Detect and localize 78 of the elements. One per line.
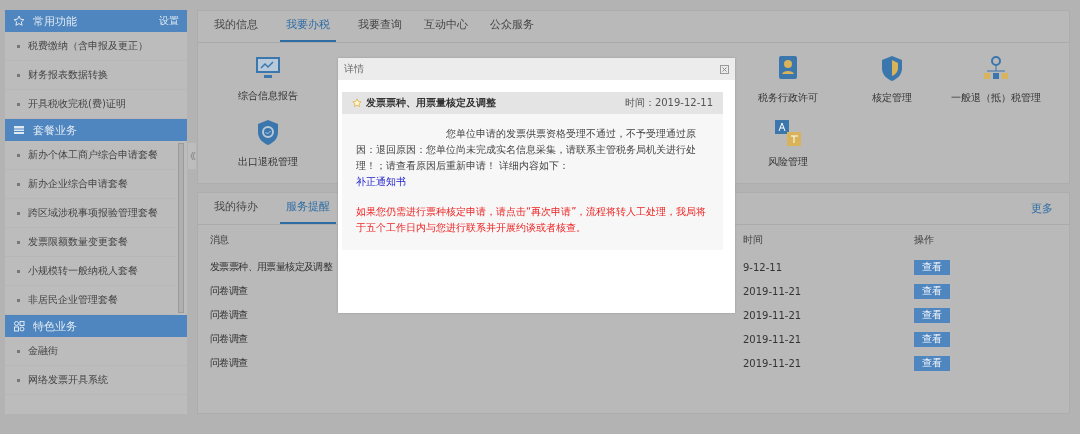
message-cell: 发票票种、用票量核定及调整 [210, 261, 333, 272]
notice-time: 时间：2019-12-11 [624, 96, 713, 110]
bullet-icon [17, 298, 20, 302]
bullet-icon [17, 269, 20, 273]
section-header[interactable]: 套餐业务 [5, 119, 187, 141]
message-cell: 问卷调查 [210, 333, 248, 344]
view-button[interactable]: 查看 [914, 307, 950, 323]
main-tab[interactable]: 我的信息 [214, 17, 258, 42]
message-cell: 问卷调查 [210, 285, 248, 296]
star-icon [352, 98, 362, 108]
sidebar-item[interactable]: 新办个体工商户综合申请套餐 [28, 148, 158, 162]
notice-title: 发票票种、用票量核定及调整 [366, 96, 497, 110]
bullet-icon [17, 153, 20, 157]
shield-icon [880, 55, 904, 83]
date-cell: 9-12-11 [743, 261, 783, 273]
service-label[interactable]: 核定管理 [872, 91, 912, 105]
service-label[interactable]: 出口退税管理 [238, 155, 298, 169]
service-label[interactable]: 一般退（抵）税管理 [951, 91, 1041, 105]
section-header[interactable]: 常用功能 设置 [5, 10, 187, 32]
section-header[interactable]: 特色业务 [5, 315, 187, 337]
grid-icon [13, 320, 25, 332]
sidebar-item[interactable]: 小规模转一般纳税人套餐 [28, 264, 138, 278]
bullet-icon [17, 102, 20, 106]
section-title: 特色业务 [33, 318, 78, 334]
sidebar-item[interactable]: 金融街 [28, 344, 58, 358]
collapse-icon[interactable] [188, 143, 196, 169]
sidebar-item[interactable]: 网络发票开具系统 [28, 373, 108, 387]
service-label[interactable]: 税务行政许可 [758, 91, 818, 105]
bullet-icon [17, 73, 20, 77]
bullet-icon [17, 44, 20, 48]
column-header: 操作 [914, 234, 934, 245]
sidebar-item[interactable]: 新办企业综合申请套餐 [28, 177, 128, 191]
section-title: 套餐业务 [33, 122, 78, 138]
service-label[interactable]: 风险管理 [768, 155, 808, 169]
sidebar-item[interactable]: 开具税收完税(费)证明 [28, 97, 126, 111]
message-cell: 问卷调查 [210, 357, 248, 368]
dialog-title: 详情 [344, 62, 364, 76]
settings-link[interactable]: 设置 [159, 14, 179, 28]
main-tab[interactable]: 互动中心 [424, 17, 468, 42]
view-button[interactable]: 查看 [914, 331, 950, 347]
date-cell: 2019-11-21 [743, 333, 802, 345]
bullet-icon [17, 349, 20, 353]
sidebar-item[interactable]: 税费缴纳（含申报及更正） [28, 39, 148, 53]
column-header: 时间 [743, 234, 763, 245]
view-button[interactable]: 查看 [914, 283, 950, 299]
section-title: 常用功能 [33, 13, 78, 29]
shield-icon [256, 119, 280, 147]
main-tab[interactable]: 我要办税 [280, 17, 336, 42]
date-cell: 2019-11-21 [743, 285, 802, 297]
star-icon [13, 15, 25, 27]
view-button[interactable]: 查看 [914, 355, 950, 371]
main-tab[interactable]: 我要查询 [358, 17, 402, 42]
more-link[interactable]: 更多 [1031, 201, 1053, 224]
bullet-icon [17, 240, 20, 244]
panel-tab[interactable]: 我的待办 [214, 199, 258, 224]
notice-text: 您单位申请的发票供票资格受理不通过，不予受理通过原因：退回原因：您单位尚未完成实名信息采集，请联系主管税务局机关进行处理！；请查看原因后重新申请！ 详细内容如下： [356, 127, 697, 173]
bullet-icon [17, 211, 20, 215]
close-icon[interactable] [720, 64, 729, 74]
date-cell: 2019-11-21 [743, 357, 802, 369]
notice-link[interactable]: 补正通知书 [356, 174, 406, 190]
bullet-icon [17, 182, 20, 186]
service-label[interactable]: 综合信息报告 [238, 89, 298, 103]
sidebar-item[interactable]: 非居民企业管理套餐 [28, 293, 118, 307]
bullet-icon [17, 378, 20, 382]
scrollbar[interactable] [178, 143, 184, 313]
sidebar-item[interactable]: 财务报表数据转换 [28, 68, 108, 82]
monitor-icon [254, 55, 282, 81]
date-cell: 2019-11-21 [743, 309, 802, 321]
warning-text: 如果您仍需进行票种核定申请，请点击“再次申请”，流程将转人工处理，我局将于五个工作日内与您进行联系并开展约谈或者核查。 [356, 205, 708, 235]
main-tab[interactable]: 公众服务 [490, 17, 534, 42]
column-header: 消息 [210, 234, 229, 245]
sidebar-item[interactable]: 跨区域涉税事项报验管理套餐 [28, 206, 158, 220]
letters-icon [774, 119, 802, 147]
sidebar-item[interactable]: 发票限额数量变更套餐 [28, 235, 128, 249]
stack-icon [13, 124, 25, 136]
panel-tab[interactable]: 服务提醒 [280, 199, 336, 224]
view-button[interactable]: 查看 [914, 259, 950, 275]
message-cell: 问卷调查 [210, 309, 248, 320]
